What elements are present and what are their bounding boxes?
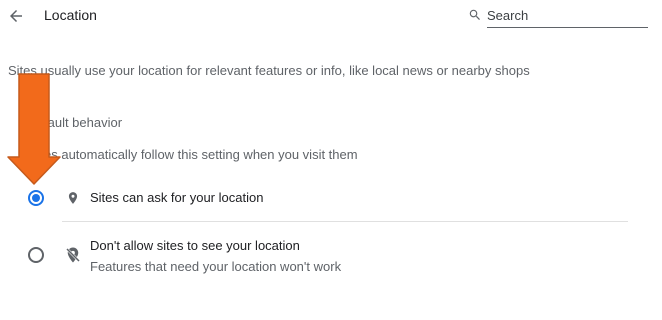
radio-block[interactable] <box>28 247 44 263</box>
page-description: Sites usually use your location for rele… <box>8 63 530 78</box>
page-title: Location <box>44 7 97 23</box>
location-off-icon <box>66 247 80 263</box>
search-input[interactable] <box>487 3 648 28</box>
search-icon <box>469 9 480 20</box>
option-label-block: Don't allow sites to see your location <box>90 238 300 253</box>
option-label-allow-ask: Sites can ask for your location <box>90 190 264 205</box>
arrow-back-icon <box>10 10 22 22</box>
section-subtitle: es automatically follow this setting whe… <box>44 147 358 162</box>
location-pin-icon <box>68 192 78 204</box>
annotation-arrow-icon <box>7 73 61 185</box>
back-button[interactable] <box>4 4 28 28</box>
radio-allow-ask[interactable] <box>28 190 44 206</box>
option-sublabel-block: Features that need your location won't w… <box>90 259 342 274</box>
divider <box>62 221 628 222</box>
